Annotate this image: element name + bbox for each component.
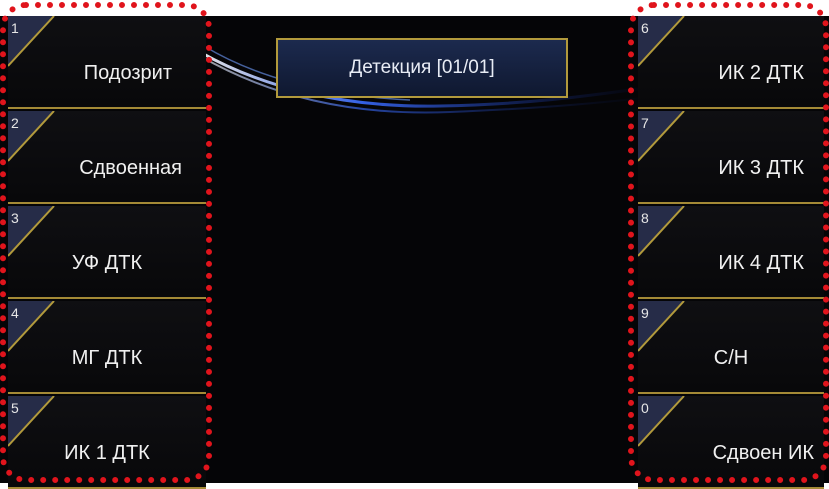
detection-button-9[interactable]: 9 С/Н bbox=[638, 301, 824, 394]
button-number: 2 bbox=[11, 115, 19, 131]
button-label: Сдвоенная bbox=[79, 157, 182, 179]
detection-button-7[interactable]: 7 ИК 3 ДТК bbox=[638, 111, 824, 204]
button-number: 0 bbox=[641, 400, 649, 416]
button-number: 6 bbox=[641, 20, 649, 36]
detection-button-0[interactable]: 0 Сдвоен ИК bbox=[638, 396, 824, 489]
detection-button-3[interactable]: 3 УФ ДТК bbox=[8, 206, 206, 299]
detection-button-8[interactable]: 8 ИК 4 ДТК bbox=[638, 206, 824, 299]
detection-button-4[interactable]: 4 МГ ДТК bbox=[8, 301, 206, 394]
detection-button-1[interactable]: 1 Подозрит bbox=[8, 16, 206, 109]
button-label: ИК 3 ДТК bbox=[718, 157, 804, 179]
button-number: 1 bbox=[11, 20, 19, 36]
button-label: Подозрит bbox=[83, 62, 172, 84]
button-number: 9 bbox=[641, 305, 649, 321]
button-number: 7 bbox=[641, 115, 649, 131]
detection-button-2[interactable]: 2 Сдвоенная bbox=[8, 111, 206, 204]
button-number: 3 bbox=[11, 210, 19, 226]
page-title: Детекция [01/01] bbox=[276, 38, 568, 98]
button-number: 5 bbox=[11, 400, 19, 416]
button-label: ИК 1 ДТК bbox=[64, 442, 150, 464]
detection-button-5[interactable]: 5 ИК 1 ДТК bbox=[8, 396, 206, 489]
button-label: ИК 4 ДТК bbox=[718, 252, 804, 274]
button-label: Сдвоен ИК bbox=[712, 442, 814, 464]
button-label: УФ ДТК bbox=[71, 252, 143, 274]
button-number: 4 bbox=[11, 305, 19, 321]
right-button-column: 6 ИК 2 ДТК 7 ИК 3 ДТК 8 ИК 4 ДТК 9 С/Н 0… bbox=[638, 16, 824, 489]
button-number: 8 bbox=[641, 210, 649, 226]
detection-button-6[interactable]: 6 ИК 2 ДТК bbox=[638, 16, 824, 109]
button-label: ИК 2 ДТК bbox=[718, 62, 804, 84]
left-button-column: 1 Подозрит 2 Сдвоенная 3 УФ ДТК 4 МГ ДТК… bbox=[8, 16, 206, 489]
button-label: С/Н bbox=[713, 347, 749, 369]
button-label: МГ ДТК bbox=[71, 347, 143, 369]
